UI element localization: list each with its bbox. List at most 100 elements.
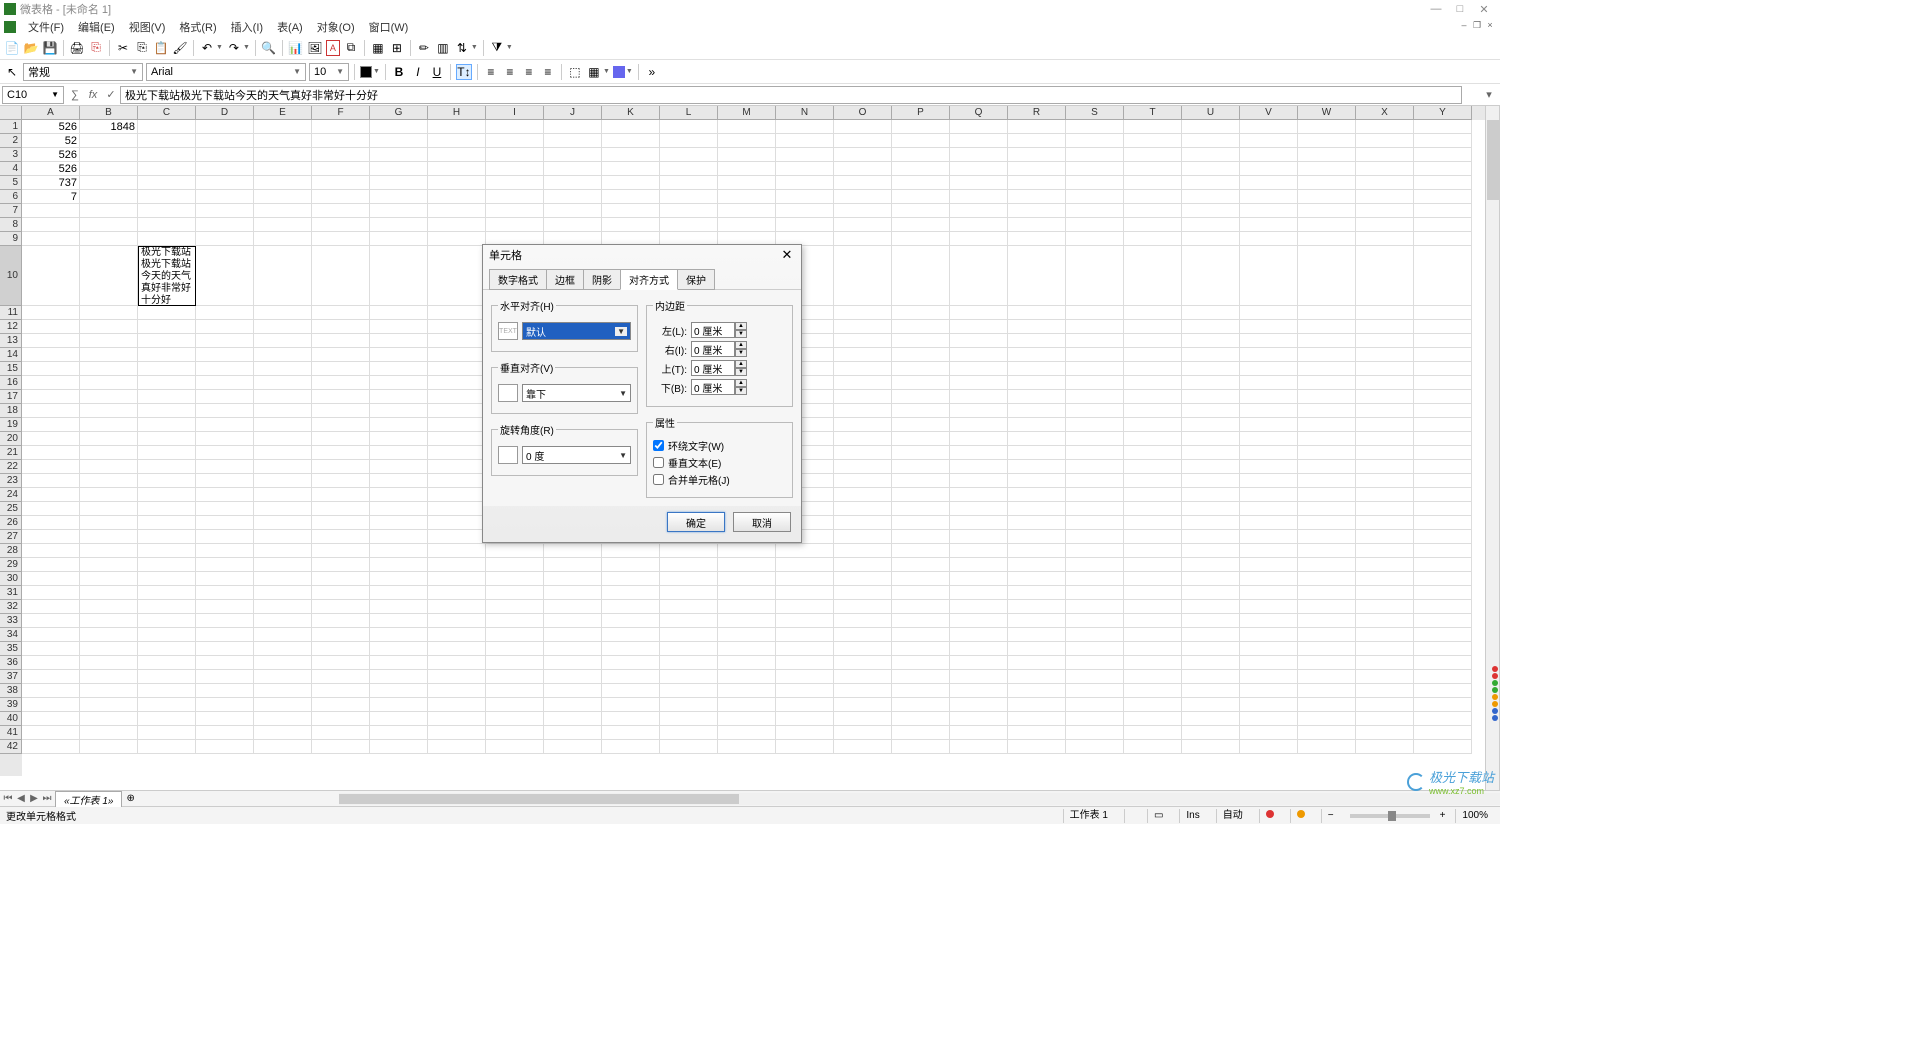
- print-icon[interactable]: 🖨: [69, 40, 85, 56]
- row-header-33[interactable]: 33: [0, 614, 22, 628]
- col-header-R[interactable]: R: [1008, 106, 1066, 120]
- row-header-15[interactable]: 15: [0, 362, 22, 376]
- tab-alignment[interactable]: 对齐方式: [620, 269, 678, 290]
- row-header-13[interactable]: 13: [0, 334, 22, 348]
- maximize-button[interactable]: □: [1448, 3, 1472, 15]
- menu-object[interactable]: 对象(O): [311, 19, 361, 35]
- pdf-icon[interactable]: ⎘: [88, 40, 104, 56]
- valign-top-icon[interactable]: T↕: [456, 64, 472, 80]
- row-header-7[interactable]: 7: [0, 204, 22, 218]
- col-header-E[interactable]: E: [254, 106, 312, 120]
- vertical-text-checkbox[interactable]: [653, 457, 664, 468]
- row-header-42[interactable]: 42: [0, 740, 22, 754]
- doc-restore-icon[interactable]: ❐: [1471, 20, 1483, 30]
- row-header-36[interactable]: 36: [0, 656, 22, 670]
- fill-color-icon[interactable]: [613, 66, 625, 78]
- merge-cells-checkbox[interactable]: [653, 474, 664, 485]
- tab-number-format[interactable]: 数字格式: [489, 269, 547, 290]
- gridlines-icon[interactable]: ▦: [370, 40, 386, 56]
- pad-bottom-spinner[interactable]: ▲▼: [691, 379, 747, 395]
- row-header-20[interactable]: 20: [0, 432, 22, 446]
- undo-icon[interactable]: ↶: [199, 40, 215, 56]
- menu-file[interactable]: 文件(F): [22, 19, 70, 35]
- row-header-16[interactable]: 16: [0, 376, 22, 390]
- crop-icon[interactable]: ⧉: [343, 40, 359, 56]
- textbox-icon[interactable]: A: [326, 40, 340, 56]
- doc-min-icon[interactable]: –: [1458, 20, 1470, 30]
- align-justify-icon[interactable]: ≡: [540, 64, 556, 80]
- prev-sheet-icon[interactable]: ◀: [15, 793, 27, 804]
- col-header-C[interactable]: C: [138, 106, 196, 120]
- menu-table[interactable]: 表(A): [271, 19, 309, 35]
- col-header-U[interactable]: U: [1182, 106, 1240, 120]
- expand-formula-icon[interactable]: ▾: [1482, 88, 1496, 101]
- row-header-17[interactable]: 17: [0, 390, 22, 404]
- more-icon[interactable]: »: [644, 64, 660, 80]
- row-header-18[interactable]: 18: [0, 404, 22, 418]
- col-header-I[interactable]: I: [486, 106, 544, 120]
- font-size-combo[interactable]: 10▼: [309, 63, 349, 81]
- row-header-32[interactable]: 32: [0, 600, 22, 614]
- row-header-38[interactable]: 38: [0, 684, 22, 698]
- col-header-G[interactable]: G: [370, 106, 428, 120]
- col-header-D[interactable]: D: [196, 106, 254, 120]
- next-sheet-icon[interactable]: ▶: [28, 793, 40, 804]
- col-header-V[interactable]: V: [1240, 106, 1298, 120]
- row-header-34[interactable]: 34: [0, 628, 22, 642]
- tab-shadow[interactable]: 阴影: [583, 269, 621, 290]
- select-all-corner[interactable]: [0, 106, 22, 120]
- cell-style-combo[interactable]: 常规▼: [23, 63, 143, 81]
- col-header-O[interactable]: O: [834, 106, 892, 120]
- cursor-icon[interactable]: ↖: [4, 64, 20, 80]
- col-header-F[interactable]: F: [312, 106, 370, 120]
- row-header-19[interactable]: 19: [0, 418, 22, 432]
- align-left-icon[interactable]: ≡: [483, 64, 499, 80]
- doc-close-icon[interactable]: ×: [1484, 20, 1496, 30]
- sort-icon[interactable]: ⇅: [454, 40, 470, 56]
- function-wizard-icon[interactable]: ∑: [66, 86, 84, 104]
- row-header-35[interactable]: 35: [0, 642, 22, 656]
- close-button[interactable]: ✕: [1472, 3, 1496, 16]
- formula-input[interactable]: 极光下载站极光下载站今天的天气真好非常好十分好: [120, 86, 1462, 104]
- highlight-icon[interactable]: ✏: [416, 40, 432, 56]
- row-header-39[interactable]: 39: [0, 698, 22, 712]
- zoom-out-icon[interactable]: −: [1328, 810, 1334, 821]
- format-painter-icon[interactable]: 🖌: [172, 40, 188, 56]
- col-header-P[interactable]: P: [892, 106, 950, 120]
- row-header-28[interactable]: 28: [0, 544, 22, 558]
- merge-icon[interactable]: ⬚: [567, 64, 583, 80]
- row-header-23[interactable]: 23: [0, 474, 22, 488]
- menu-window[interactable]: 窗口(W): [363, 19, 415, 35]
- underline-icon[interactable]: U: [429, 64, 445, 80]
- first-sheet-icon[interactable]: ⏮: [2, 793, 14, 804]
- image-icon[interactable]: 🖼: [307, 40, 323, 56]
- horizontal-scrollbar[interactable]: [339, 793, 1500, 805]
- col-header-K[interactable]: K: [602, 106, 660, 120]
- menu-edit[interactable]: 编辑(E): [72, 19, 121, 35]
- row-header-41[interactable]: 41: [0, 726, 22, 740]
- col-header-Y[interactable]: Y: [1414, 106, 1472, 120]
- minimize-button[interactable]: —: [1424, 3, 1448, 15]
- ok-button[interactable]: 确定: [667, 512, 725, 532]
- row-header-1[interactable]: 1: [0, 120, 22, 134]
- row-header-10[interactable]: 10: [0, 246, 22, 306]
- col-header-N[interactable]: N: [776, 106, 834, 120]
- save-icon[interactable]: 💾: [42, 40, 58, 56]
- freeze-icon[interactable]: ▥: [435, 40, 451, 56]
- col-header-M[interactable]: M: [718, 106, 776, 120]
- tab-protection[interactable]: 保护: [677, 269, 715, 290]
- align-right-icon[interactable]: ≡: [521, 64, 537, 80]
- menu-insert[interactable]: 插入(I): [225, 19, 269, 35]
- row-header-5[interactable]: 5: [0, 176, 22, 190]
- col-header-H[interactable]: H: [428, 106, 486, 120]
- row-header-29[interactable]: 29: [0, 558, 22, 572]
- menu-format[interactable]: 格式(R): [173, 19, 222, 35]
- bold-icon[interactable]: B: [391, 64, 407, 80]
- zoom-in-icon[interactable]: +: [1440, 810, 1446, 821]
- pad-right-spinner[interactable]: ▲▼: [691, 341, 747, 357]
- row-header-2[interactable]: 2: [0, 134, 22, 148]
- function-icon[interactable]: fx: [84, 86, 102, 104]
- pad-top-spinner[interactable]: ▲▼: [691, 360, 747, 376]
- row-header-27[interactable]: 27: [0, 530, 22, 544]
- row-header-26[interactable]: 26: [0, 516, 22, 530]
